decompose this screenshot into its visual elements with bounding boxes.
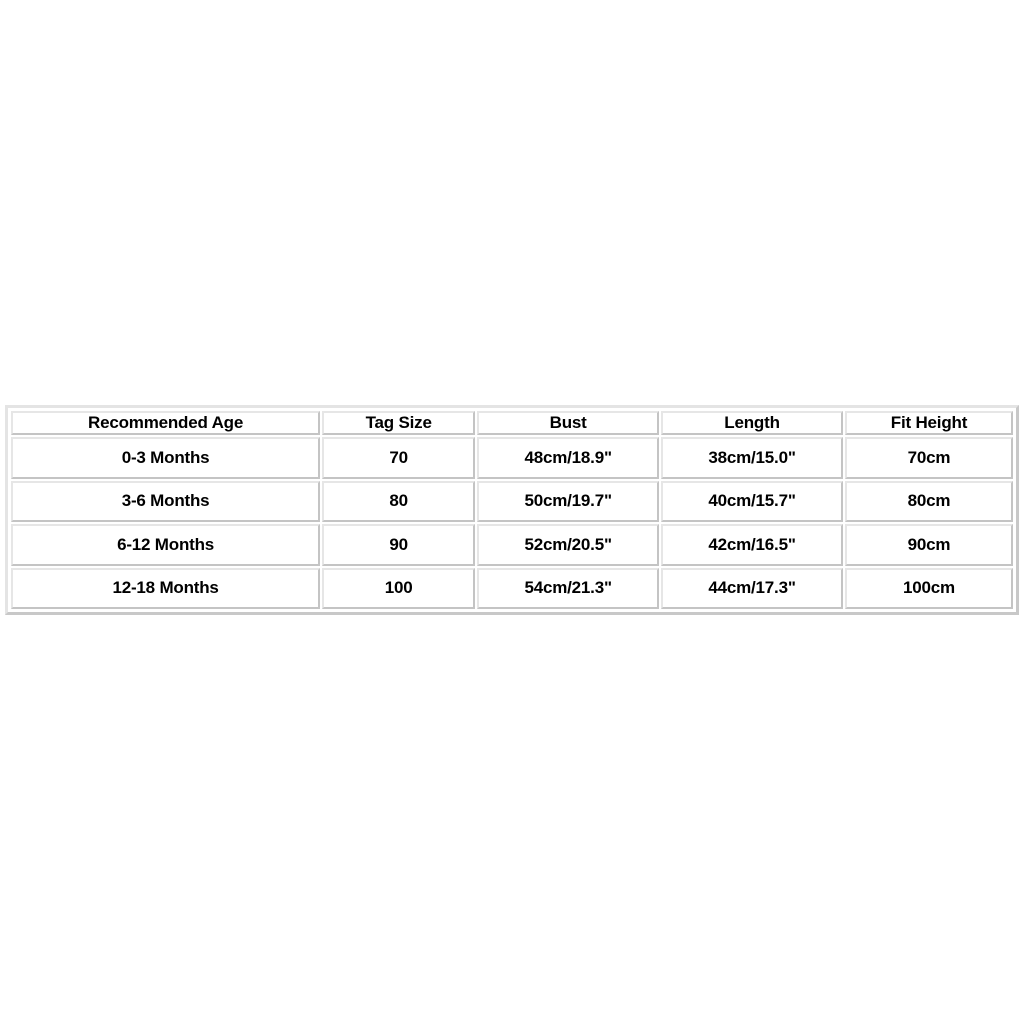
size-chart-header: Recommended Age Tag Size Bust Length Fit… (11, 411, 1013, 435)
cell-recommended-age: 0-3 Months (11, 437, 321, 479)
column-header-fit-height: Fit Height (844, 411, 1013, 435)
cell-bust: 54cm/21.3" (477, 567, 660, 609)
size-chart-table: Recommended Age Tag Size Bust Length Fit… (9, 409, 1015, 611)
cell-fit-height: 70cm (844, 437, 1013, 479)
cell-fit-height: 90cm (844, 524, 1013, 566)
cell-tag-size: 80 (322, 480, 476, 522)
size-chart-body: 0-3 Months 70 48cm/18.9" 38cm/15.0" 70cm… (11, 437, 1013, 609)
cell-bust: 50cm/19.7" (477, 480, 660, 522)
cell-recommended-age: 6-12 Months (11, 524, 321, 566)
cell-length: 38cm/15.0" (661, 437, 843, 479)
column-header-length: Length (661, 411, 843, 435)
table-row: 6-12 Months 90 52cm/20.5" 42cm/16.5" 90c… (11, 524, 1013, 566)
column-header-recommended-age: Recommended Age (11, 411, 321, 435)
table-row: 12-18 Months 100 54cm/21.3" 44cm/17.3" 1… (11, 567, 1013, 609)
cell-tag-size: 100 (322, 567, 476, 609)
cell-fit-height: 80cm (844, 480, 1013, 522)
cell-tag-size: 90 (322, 524, 476, 566)
cell-recommended-age: 3-6 Months (11, 480, 321, 522)
cell-length: 42cm/16.5" (661, 524, 843, 566)
header-row: Recommended Age Tag Size Bust Length Fit… (11, 411, 1013, 435)
cell-fit-height: 100cm (844, 567, 1013, 609)
column-header-bust: Bust (477, 411, 660, 435)
cell-bust: 52cm/20.5" (477, 524, 660, 566)
cell-length: 44cm/17.3" (661, 567, 843, 609)
cell-length: 40cm/15.7" (661, 480, 843, 522)
table-row: 0-3 Months 70 48cm/18.9" 38cm/15.0" 70cm (11, 437, 1013, 479)
cell-recommended-age: 12-18 Months (11, 567, 321, 609)
cell-tag-size: 70 (322, 437, 476, 479)
column-header-tag-size: Tag Size (322, 411, 476, 435)
table-row: 3-6 Months 80 50cm/19.7" 40cm/15.7" 80cm (11, 480, 1013, 522)
cell-bust: 48cm/18.9" (477, 437, 660, 479)
size-chart-container: Recommended Age Tag Size Bust Length Fit… (5, 405, 1019, 615)
